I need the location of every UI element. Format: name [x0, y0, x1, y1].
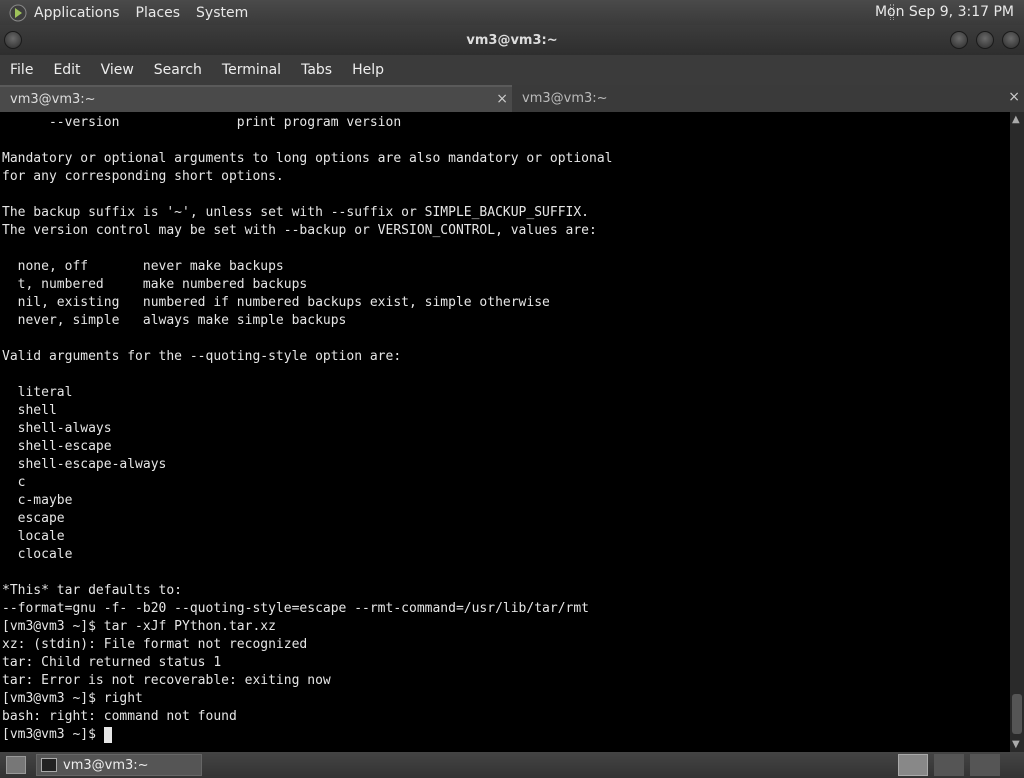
scroll-up-icon[interactable]: ▲ — [1012, 114, 1020, 125]
bottom-panel: vm3@vm3:~ — [0, 752, 1024, 778]
menu-search[interactable]: Search — [154, 62, 202, 78]
terminal-line: literal — [2, 385, 73, 400]
workspace-1[interactable] — [898, 754, 928, 776]
window-menu-button[interactable] — [4, 31, 22, 49]
taskbar-window-button[interactable]: vm3@vm3:~ — [36, 754, 202, 776]
terminal-line: *This* tar defaults to: — [2, 583, 183, 598]
terminal-icon — [41, 758, 57, 772]
terminal-line: bash: right: command not found — [2, 709, 237, 724]
tab-label: vm3@vm3:~ — [10, 92, 96, 107]
terminal-line: The backup suffix is '~', unless set wit… — [2, 205, 589, 220]
window-title: vm3@vm3:~ — [466, 32, 558, 48]
workspace-3[interactable] — [970, 754, 1000, 776]
terminal-line: tar: Error is not recoverable: exiting n… — [2, 673, 331, 688]
close-window-button[interactable] — [1002, 31, 1020, 49]
terminal-line: shell-escape — [2, 439, 112, 454]
top-panel: Applications Places System Mon Sep 9, 3:… — [0, 0, 1024, 25]
terminal-line: nil, existing numbered if numbered backu… — [2, 295, 550, 310]
terminal-line: [vm3@vm3 ~]$ right — [2, 691, 143, 706]
terminal-line: tar: Child returned status 1 — [2, 655, 222, 670]
terminal-line: Mandatory or optional arguments to long … — [2, 151, 613, 166]
tab-bar: vm3@vm3:~ × vm3@vm3:~ × — [0, 85, 1024, 112]
terminal-scrollbar[interactable]: ▲ ▼ — [1010, 112, 1024, 752]
terminal-line: The version control may be set with --ba… — [2, 223, 597, 238]
terminal-line: [vm3@vm3 ~]$ tar -xJf PYthon.tar.xz — [2, 619, 276, 634]
scroll-down-icon[interactable]: ▼ — [1012, 739, 1020, 750]
terminal-line: shell — [2, 403, 57, 418]
tab-close-icon[interactable]: × — [1008, 89, 1020, 105]
shell-prompt: [vm3@vm3 ~]$ — [2, 727, 104, 742]
foot-logo-icon[interactable] — [8, 3, 28, 23]
scrollbar-thumb[interactable] — [1012, 694, 1022, 734]
clock[interactable]: Mon Sep 9, 3:17 PM — [875, 4, 1014, 20]
system-menu[interactable]: System — [196, 5, 248, 21]
task-label: vm3@vm3:~ — [63, 757, 149, 773]
terminal-line: t, numbered make numbered backups — [2, 277, 308, 292]
terminal-prompt-line[interactable]: [vm3@vm3 ~]$ — [2, 726, 1010, 744]
tab-label: vm3@vm3:~ — [522, 91, 608, 106]
menu-edit[interactable]: Edit — [53, 62, 80, 78]
tab-2[interactable]: vm3@vm3:~ × — [512, 85, 1024, 112]
terminal-line: shell-escape-always — [2, 457, 167, 472]
terminal-line: c — [2, 475, 26, 490]
terminal-line: none, off never make backups — [2, 259, 284, 274]
workspace-2[interactable] — [934, 754, 964, 776]
terminal-line: xz: (stdin): File format not recognized — [2, 637, 308, 652]
menu-help[interactable]: Help — [352, 62, 384, 78]
terminal-line: --version print program version — [2, 115, 402, 130]
minimize-button[interactable] — [950, 31, 968, 49]
tab-close-icon[interactable]: × — [496, 91, 508, 107]
terminal-output[interactable]: --version print program version Mandatory… — [0, 112, 1010, 752]
menu-tabs[interactable]: Tabs — [301, 62, 332, 78]
places-menu[interactable]: Places — [136, 5, 181, 21]
terminal-line: c-maybe — [2, 493, 73, 508]
text-cursor — [103, 726, 112, 743]
maximize-button[interactable] — [976, 31, 994, 49]
terminal-line: for any corresponding short options. — [2, 169, 284, 184]
tab-1[interactable]: vm3@vm3:~ × — [0, 85, 512, 112]
menu-view[interactable]: View — [101, 62, 134, 78]
menu-file[interactable]: File — [10, 62, 33, 78]
terminal-line: never, simple always make simple backups — [2, 313, 347, 328]
applications-menu[interactable]: Applications — [34, 5, 120, 21]
terminal-line: clocale — [2, 547, 73, 562]
terminal-line: locale — [2, 529, 65, 544]
terminal-line: Valid arguments for the --quoting-style … — [2, 349, 402, 364]
window-titlebar[interactable]: vm3@vm3:~ — [0, 25, 1024, 55]
terminal-line: escape — [2, 511, 65, 526]
show-desktop-icon[interactable] — [6, 756, 26, 774]
menu-terminal[interactable]: Terminal — [222, 62, 281, 78]
menubar: File Edit View Search Terminal Tabs Help — [0, 55, 1024, 85]
terminal-line: shell-always — [2, 421, 112, 436]
terminal-line: --format=gnu -f- -b20 --quoting-style=es… — [2, 601, 589, 616]
